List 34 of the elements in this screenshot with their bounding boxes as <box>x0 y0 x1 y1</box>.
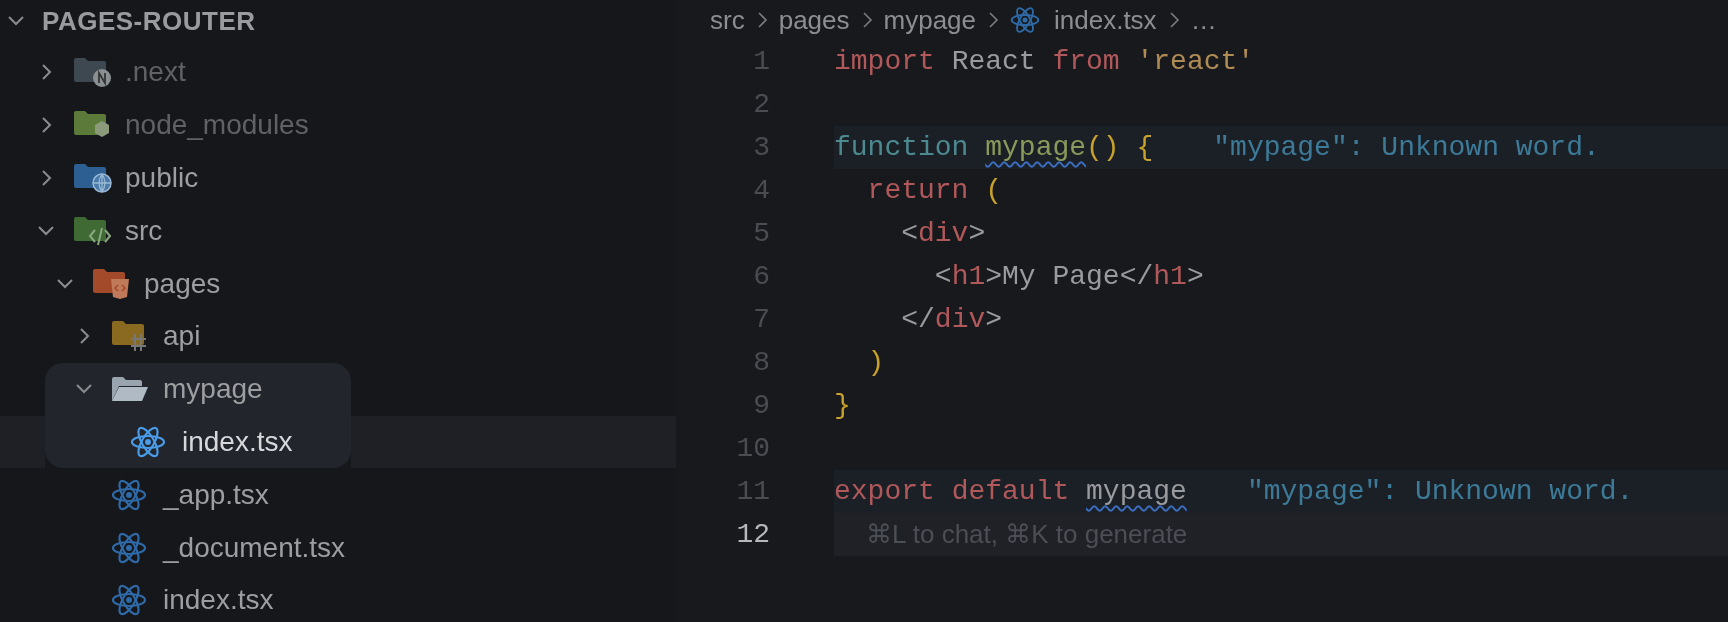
code-line: import React from 'react' <box>834 46 1255 77</box>
file-item[interactable]: index.tsx <box>0 415 676 469</box>
folder-item[interactable]: public <box>0 151 676 205</box>
code-line: } <box>834 390 851 421</box>
breadcrumb-item[interactable]: src <box>710 4 745 36</box>
folder-item[interactable]: src <box>0 204 676 258</box>
diagnostic-message: "mypage": Unknown word. <box>1213 132 1600 163</box>
code-line: ) <box>866 347 885 378</box>
code-line: function mypage() { <box>834 132 1154 163</box>
chevron-right-icon <box>986 11 1000 29</box>
explorer-title: PAGES-ROUTER <box>42 5 256 37</box>
line-number: 12 <box>735 519 770 550</box>
globe-folder-icon <box>73 162 113 194</box>
breadcrumb-item[interactable]: pages <box>778 4 850 36</box>
file-item[interactable]: _app.tsx <box>0 468 676 522</box>
code-line: </div> <box>900 304 1003 335</box>
more-button[interactable]: … <box>1190 4 1217 36</box>
code-line: <h1>My Page</h1> <box>933 261 1204 292</box>
file-item[interactable]: index.tsx <box>0 573 676 622</box>
code-folder-icon <box>73 214 113 247</box>
atom-icon <box>1010 5 1040 35</box>
code-line: export default mypage <box>834 476 1187 507</box>
diagnostic-message: "mypage": Unknown word. <box>1246 476 1634 507</box>
breadcrumb-item[interactable]: mypage <box>883 4 976 36</box>
file-item[interactable]: _document.tsx <box>0 521 676 574</box>
folder-item[interactable]: mypage <box>0 362 676 416</box>
code-line: <div> <box>900 218 986 249</box>
folder-item[interactable]: pages <box>0 257 676 310</box>
html-folder-icon <box>92 266 132 301</box>
folder-icon <box>73 56 113 89</box>
folder-item[interactable]: api <box>0 310 676 363</box>
open-folder-icon <box>111 375 149 404</box>
code-line: return ( <box>866 175 1003 206</box>
breadcrumb-item[interactable]: index.tsx <box>1010 4 1157 36</box>
